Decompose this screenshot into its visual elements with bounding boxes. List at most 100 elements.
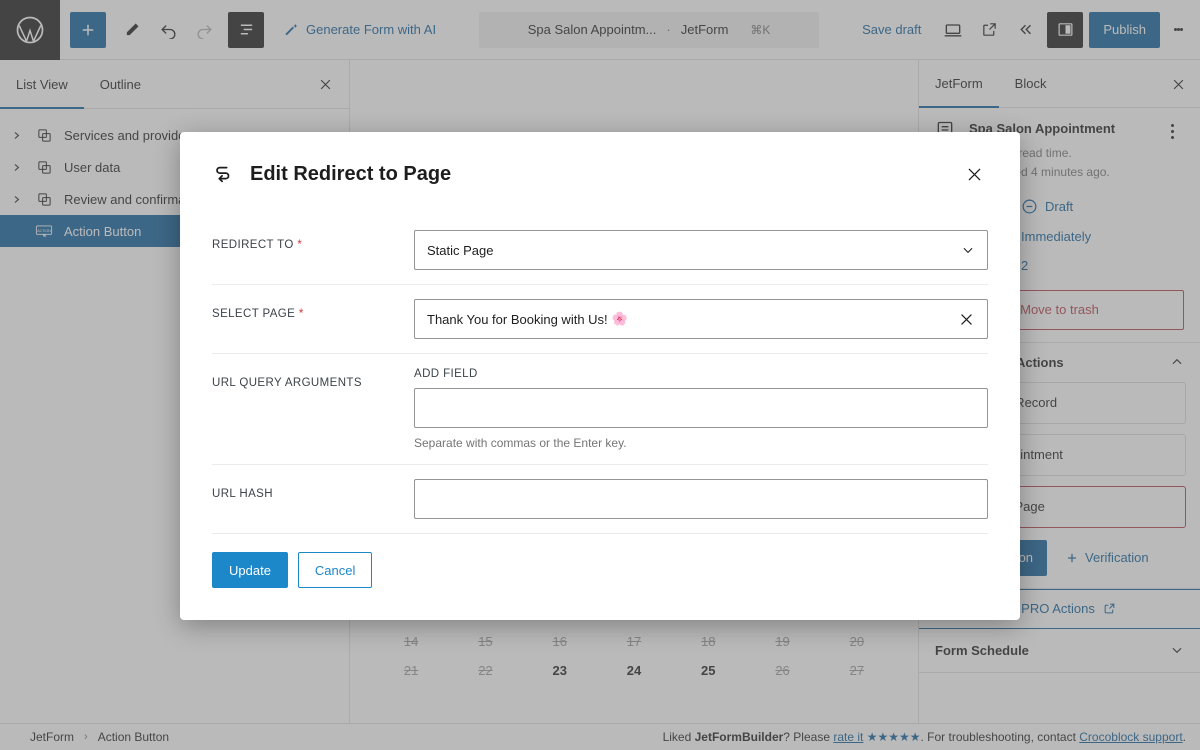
url-query-arguments-hint: Separate with commas or the Enter key. [414,436,627,450]
form-schedule-section[interactable]: Form Schedule [919,629,1200,673]
breadcrumb-item-jetform[interactable]: JetForm [30,730,74,744]
select-page-input[interactable]: Thank You for Booking with Us! 🌸 [414,299,988,339]
select-page-value: Thank You for Booking with Us! [427,311,608,327]
save-draft-button[interactable]: Save draft [854,22,929,37]
tab-jetform[interactable]: JetForm [919,60,999,108]
field-label-redirect-to: REDIRECT TO * [212,230,414,251]
block-group-icon [32,160,56,175]
rate-it-link[interactable]: rate it [833,730,863,744]
required-asterisk: * [298,308,304,320]
close-dialog-icon[interactable] [960,160,988,188]
options-kebab-icon[interactable] [1160,12,1196,48]
post-options-kebab-icon[interactable] [1160,120,1184,183]
breadcrumb-item-action-button[interactable]: Action Button [98,730,169,744]
document-title: Spa Salon Appointm... [527,22,657,37]
plus-icon [1067,553,1077,562]
publish-value[interactable]: Immediately [1021,229,1091,244]
calendar-day[interactable]: 26 [745,663,819,678]
credit-brand: JetFormBuilder [694,730,784,744]
required-asterisk: * [297,239,303,251]
calendar-day[interactable]: 22 [448,663,522,678]
chevron-down-icon[interactable] [1170,643,1184,657]
close-list-view-icon[interactable] [313,72,337,96]
label-text: SELECT PAGE [212,308,296,320]
undo-icon[interactable] [150,12,186,48]
chevron-right-icon[interactable] [8,195,24,204]
tab-block[interactable]: Block [999,60,1063,108]
add-block-button[interactable] [70,11,106,48]
crocoblock-support-link[interactable]: Crocoblock support [1079,730,1182,744]
star-rating-icon[interactable]: ★★★★★ [867,730,921,744]
calendar-day[interactable]: 23 [523,663,597,678]
document-subtitle: JetForm [680,22,729,37]
field-row-redirect-to: REDIRECT TO * Static Page [212,216,988,285]
url-query-arguments-input[interactable] [414,388,988,428]
field-row-select-page: SELECT PAGE * Thank You for Booking with… [212,285,988,354]
wordpress-logo-icon[interactable] [0,0,60,60]
external-link-icon [1104,603,1115,614]
field-row-url-hash: URL HASH [212,465,988,534]
action-button-block-icon: ACTION [32,224,56,239]
field-row-url-query-arguments: URL QUERY ARGUMENTS ADD FIELD Separate w… [212,354,988,465]
top-toolbar: Generate Form with AI Spa Salon Appointm… [0,0,1200,60]
credit-troubleshoot: . For troubleshooting, contact [920,730,1080,744]
calendar-day[interactable]: 18 [671,634,745,649]
block-group-icon [32,192,56,207]
redirect-to-select[interactable]: Static Page [414,230,988,270]
tab-list-view[interactable]: List View [0,60,84,109]
calendar-day[interactable]: 15 [448,634,522,649]
update-button[interactable]: Update [212,552,288,588]
sidebar-toggle-icon[interactable] [1047,11,1084,48]
label-text: URL QUERY ARGUMENTS [212,377,362,389]
credit-prefix: Liked [662,730,695,744]
status-badge: Draft [1045,198,1074,214]
status-value[interactable]: Draft [1021,198,1073,215]
calendar-day[interactable]: 14 [374,634,448,649]
credit-end: . [1182,730,1186,744]
calendar-day[interactable]: 19 [745,634,819,649]
field-label-select-page: SELECT PAGE * [212,299,414,320]
edit-pencil-icon[interactable] [114,12,150,48]
verification-button[interactable]: Verification [1055,540,1159,576]
sidebar-tabs: JetForm Block [919,60,1200,108]
calendar-day[interactable]: 17 [597,634,671,649]
dialog-actions: Update Cancel [212,534,988,588]
cancel-button[interactable]: Cancel [297,552,373,588]
generate-form-with-ai-button[interactable]: Generate Form with AI [276,12,444,48]
svg-text:ACTION: ACTION [37,228,51,232]
external-link-icon[interactable] [971,12,1007,48]
field-label-url-hash: URL HASH [212,479,414,500]
command-shortcut: ⌘K [750,22,771,37]
calendar-day[interactable]: 27 [820,663,894,678]
chevron-right-icon[interactable] [8,163,24,172]
dialog-title: Edit Redirect to Page [250,162,452,185]
credit-mid: ? Please [783,730,834,744]
calendar-day[interactable]: 16 [523,634,597,649]
url-hash-input[interactable] [414,479,988,519]
calendar-day[interactable]: 24 [597,663,671,678]
breadcrumb: JetForm › Action Button [14,730,169,744]
tab-outline[interactable]: Outline [84,60,157,109]
chevron-down-icon[interactable] [961,243,975,257]
clear-selection-icon[interactable] [958,311,975,328]
document-title-separator: · [666,22,671,37]
collapse-panel-icon[interactable] [1007,12,1043,48]
publish-button[interactable]: Publish [1089,11,1160,48]
document-title-bar[interactable]: Spa Salon Appointm... · JetForm ⌘K [479,11,820,48]
calendar-day[interactable]: 20 [820,634,894,649]
calendar-day[interactable]: 25 [671,663,745,678]
preview-icon[interactable] [935,12,971,48]
chevron-up-icon[interactable] [1170,355,1184,369]
add-field-label: ADD FIELD [414,368,478,380]
close-sidebar-icon[interactable] [1166,72,1190,96]
draft-icon [1022,199,1037,214]
field-label-url-query-arguments: URL QUERY ARGUMENTS [212,368,414,389]
cherry-blossom-emoji-icon: 🌸 [611,311,628,326]
redo-icon [186,12,222,48]
revisions-count[interactable]: 2 [1021,258,1028,273]
list-view-icon[interactable] [228,11,264,48]
redirect-arrow-icon [212,163,244,185]
calendar-day[interactable]: 21 [374,663,448,678]
dialog-header: Edit Redirect to Page [212,132,988,216]
chevron-right-icon[interactable] [8,131,24,140]
